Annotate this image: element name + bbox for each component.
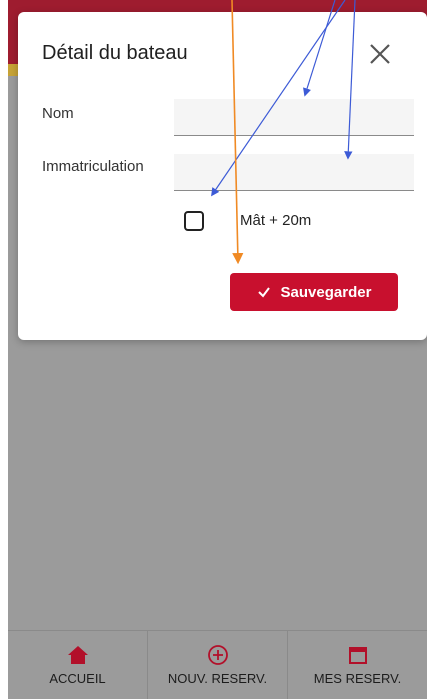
nav-label-home: ACCUEIL	[49, 671, 106, 686]
immatriculation-label: Immatriculation	[42, 158, 144, 175]
close-icon[interactable]	[366, 40, 394, 68]
mat-20m-label: Mât + 20m	[240, 212, 312, 229]
home-icon	[67, 646, 88, 664]
nav-label-new-reservation: NOUV. RESERV.	[167, 671, 268, 686]
plus-circle-icon	[207, 645, 228, 665]
calendar-icon	[348, 647, 367, 664]
boat-detail-dialog: Détail du bateau Nom Immatriculation Mât…	[18, 12, 427, 340]
nom-input[interactable]	[174, 99, 414, 136]
immatriculation-input[interactable]	[174, 154, 414, 191]
nav-item-my-reservations[interactable]: MES RESERV.	[287, 631, 427, 699]
left-margin	[0, 0, 8, 698]
bottom-navigation: ACCUEIL NOUV. RESERV. MES RESERV.	[8, 630, 427, 699]
dialog-title: Détail du bateau	[42, 42, 188, 64]
nav-item-home[interactable]: ACCUEIL	[8, 631, 147, 699]
nav-label-my-reservations: MES RESERV.	[313, 671, 402, 686]
save-button-label: Sauvegarder	[280, 283, 372, 301]
save-button[interactable]: Sauvegarder	[230, 273, 398, 311]
nom-label: Nom	[42, 105, 74, 122]
nav-item-new-reservation[interactable]: NOUV. RESERV.	[147, 631, 287, 699]
mat-20m-checkbox[interactable]	[184, 211, 204, 231]
check-icon	[257, 287, 270, 298]
